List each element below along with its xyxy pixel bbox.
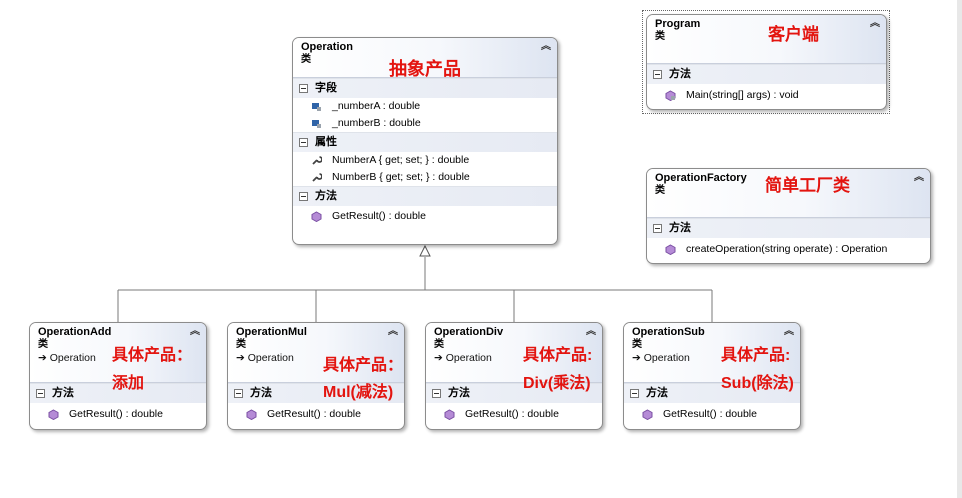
methods-section-title: 方法	[669, 68, 691, 80]
field-row[interactable]: _numberA : double	[293, 98, 557, 115]
collapse-section-icon[interactable]	[299, 138, 308, 147]
property-text: NumberB { get; set; } : double	[332, 171, 470, 183]
concrete-product-name: Div(乘法)	[523, 375, 591, 392]
field-text: _numberB : double	[332, 117, 421, 129]
inherit-arrow-icon: ➔	[632, 352, 644, 364]
class-kind: 类	[655, 31, 665, 42]
class-name: OperationAdd	[38, 326, 112, 338]
collapse-section-icon[interactable]	[36, 389, 45, 398]
collapse-section-icon[interactable]	[432, 389, 441, 398]
vertical-scrollbar[interactable]	[957, 0, 962, 498]
method-text: GetResult() : double	[465, 408, 559, 420]
method-row[interactable]: GetResult() : double	[30, 403, 206, 425]
static-method-icon	[665, 89, 676, 101]
method-row[interactable]: GetResult() : double	[228, 403, 404, 425]
method-cube-icon	[246, 408, 257, 420]
inherit-arrow-icon	[419, 244, 431, 257]
double-chevron-up-icon[interactable]: ︽	[541, 42, 551, 52]
method-cube-icon	[48, 408, 59, 420]
method-cube-icon	[444, 408, 455, 420]
double-chevron-up-icon[interactable]: ︽	[388, 327, 398, 337]
concrete-product-name: 添加	[112, 375, 145, 392]
field-row[interactable]: _numberB : double	[293, 115, 557, 132]
property-row[interactable]: NumberB { get; set; } : double	[293, 169, 557, 186]
collapse-section-icon[interactable]	[630, 389, 639, 398]
method-row[interactable]: GetResult() : double	[624, 403, 800, 425]
base-class-name: Operation	[247, 352, 294, 364]
class-name: OperationMul	[236, 326, 307, 338]
simple-factory-label: 简单工厂类	[765, 176, 850, 195]
methods-section-title: 方法	[315, 190, 337, 202]
double-chevron-up-icon[interactable]: ︽	[586, 327, 596, 337]
method-row[interactable]: GetResult() : double	[426, 403, 602, 425]
base-class-name: Operation	[445, 352, 492, 364]
collapse-section-icon[interactable]	[299, 192, 308, 201]
double-chevron-up-icon[interactable]: ︽	[870, 19, 880, 29]
fields-section-title: 字段	[315, 82, 337, 94]
method-cube-icon	[642, 408, 653, 420]
inherit-arrow-icon: ➔	[38, 352, 50, 364]
methods-section-title: 方法	[52, 387, 74, 399]
collapse-section-icon[interactable]	[234, 389, 243, 398]
abstract-product-label: 抽象产品	[389, 59, 461, 79]
methods-section-title: 方法	[448, 387, 470, 399]
collapse-section-icon[interactable]	[653, 224, 662, 233]
program-header: Program 类 ︽	[647, 15, 886, 64]
concrete-product-label: 具体产品：	[323, 357, 404, 374]
methods-section-header[interactable]: 方法	[647, 218, 930, 238]
method-cube-icon	[311, 210, 322, 222]
collapse-section-icon[interactable]	[299, 84, 308, 93]
method-row[interactable]: Main(string[] args) : void	[647, 84, 886, 106]
base-class-name: Operation	[49, 352, 96, 364]
methods-section-header[interactable]: 方法	[293, 186, 557, 206]
class-diagram-canvas: Operation 类 ︽ 字段 _numberA : double _numb…	[0, 0, 962, 498]
wrench-icon	[312, 156, 322, 165]
method-text: GetResult() : double	[332, 210, 426, 222]
class-name: Operation	[301, 41, 353, 53]
properties-section-header[interactable]: 属性	[293, 132, 557, 152]
program-class-box[interactable]: Program 类 ︽ 方法 Main(string[] args) : voi…	[646, 14, 887, 110]
fields-section-header[interactable]: 字段	[293, 78, 557, 98]
class-name: OperationSub	[632, 326, 705, 338]
method-cube-icon	[665, 243, 676, 255]
field-icon	[312, 120, 321, 128]
property-row[interactable]: NumberA { get; set; } : double	[293, 152, 557, 169]
class-name: Program	[655, 18, 701, 30]
method-text: GetResult() : double	[663, 408, 757, 420]
inherit-arrow-icon: ➔	[434, 352, 446, 364]
method-text: GetResult() : double	[267, 408, 361, 420]
concrete-product-label: 具体产品:	[523, 347, 593, 364]
double-chevron-up-icon[interactable]: ︽	[914, 173, 924, 183]
double-chevron-up-icon[interactable]: ︽	[190, 327, 200, 337]
class-kind: 类	[236, 339, 246, 350]
field-icon	[312, 103, 321, 111]
methods-section-header[interactable]: 方法	[647, 64, 886, 84]
method-row[interactable]: GetResult() : double	[293, 206, 557, 226]
properties-section-title: 属性	[315, 136, 337, 148]
client-label: 客户端	[768, 25, 819, 44]
field-text: _numberA : double	[332, 100, 421, 112]
method-text: Main(string[] args) : void	[686, 89, 799, 101]
class-name: OperationDiv	[434, 326, 504, 338]
wrench-icon	[312, 173, 322, 182]
concrete-product-name: Mul(减法)	[323, 384, 394, 401]
concrete-product-label: 具体产品：	[112, 347, 193, 364]
method-text: createOperation(string operate) : Operat…	[686, 243, 888, 255]
concrete-product-label: 具体产品:	[721, 347, 791, 364]
methods-section-title: 方法	[669, 222, 691, 234]
methods-section-title: 方法	[646, 387, 668, 399]
method-text: GetResult() : double	[69, 408, 163, 420]
base-class-name: Operation	[643, 352, 690, 364]
collapse-section-icon[interactable]	[653, 70, 662, 79]
concrete-product-name: Sub(除法)	[721, 375, 794, 392]
method-row[interactable]: createOperation(string operate) : Operat…	[647, 238, 930, 260]
double-chevron-up-icon[interactable]: ︽	[784, 327, 794, 337]
inherit-arrow-icon: ➔	[236, 352, 248, 364]
property-text: NumberA { get; set; } : double	[332, 154, 470, 166]
methods-section-title: 方法	[250, 387, 272, 399]
